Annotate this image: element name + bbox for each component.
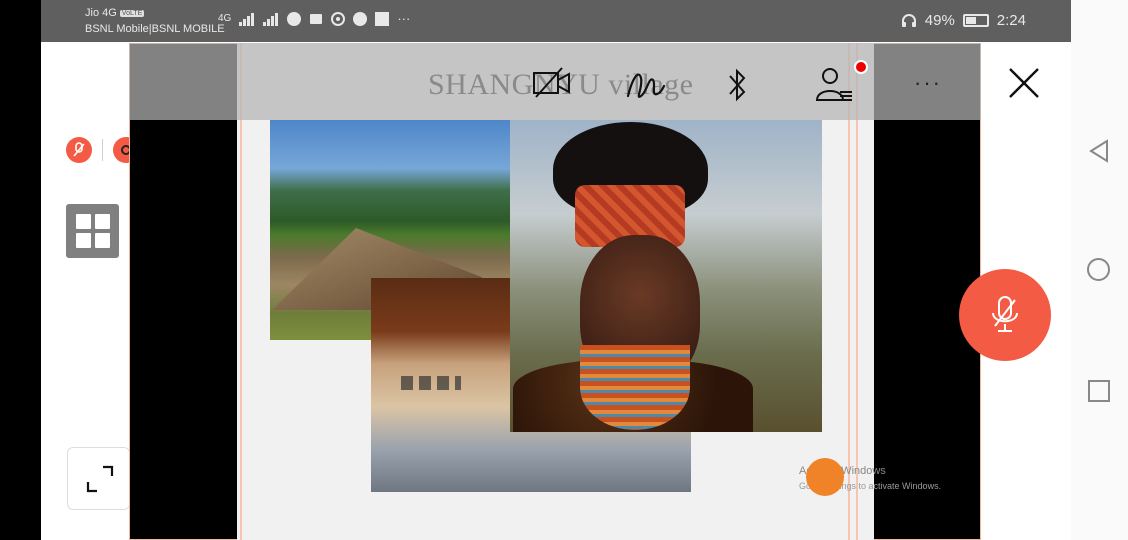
volte-badge: VoLTE	[119, 10, 145, 17]
divider	[102, 139, 103, 161]
carrier-line-2: BSNL Mobile|BSNL MOBILE	[85, 23, 225, 35]
status-bar: Jio 4G VoLTE BSNL Mobile|BSNL MOBILE 4G ·…	[41, 0, 1071, 42]
clock: 2:24	[996, 12, 1026, 29]
grid-cell	[75, 233, 91, 248]
gallery-view-button[interactable]	[66, 204, 119, 258]
headphones-icon	[901, 14, 916, 27]
signal-bars-2-icon	[263, 12, 279, 26]
grid-cell	[75, 214, 91, 229]
message-icon	[310, 13, 323, 24]
signal-bars-icon	[239, 12, 255, 26]
carrier-line-1: Jio 4G VoLTE	[85, 7, 145, 19]
expand-icon	[86, 465, 114, 493]
unmute-button[interactable]	[959, 269, 1051, 361]
signal-icon: 4G	[218, 13, 232, 24]
portrait-necklace	[580, 345, 690, 430]
grid-cell	[94, 214, 110, 229]
left-edge	[0, 0, 41, 540]
gallery-icon	[375, 11, 390, 26]
video-off-icon[interactable]	[532, 66, 572, 100]
back-icon[interactable]	[1088, 139, 1110, 163]
more-notifications-icon: ···	[397, 11, 411, 26]
mute-indicator-icon[interactable]	[66, 137, 92, 163]
pointer-cursor	[806, 458, 844, 496]
notification-badge	[854, 60, 868, 74]
status-right: 49% 2:24	[901, 12, 1026, 29]
app-notification-icon	[287, 11, 302, 26]
recents-icon[interactable]	[1088, 380, 1110, 402]
chrome-icon	[331, 11, 346, 26]
fullscreen-button[interactable]	[67, 447, 130, 510]
carrier-jio: Jio 4G	[85, 7, 117, 19]
home-icon[interactable]	[1087, 258, 1110, 281]
battery-icon	[962, 14, 989, 27]
notification-dot-icon	[353, 11, 368, 26]
annotate-icon[interactable]	[625, 66, 667, 104]
battery-percent: 49%	[924, 12, 955, 29]
close-icon[interactable]	[1003, 62, 1045, 104]
grid-cell	[94, 233, 110, 248]
more-options-button[interactable]: ···	[914, 70, 942, 96]
mic-off-icon	[992, 296, 1018, 332]
bluetooth-icon[interactable]	[726, 66, 750, 104]
participants-icon[interactable]	[814, 66, 856, 104]
status-icons: 4G ···	[218, 11, 410, 26]
